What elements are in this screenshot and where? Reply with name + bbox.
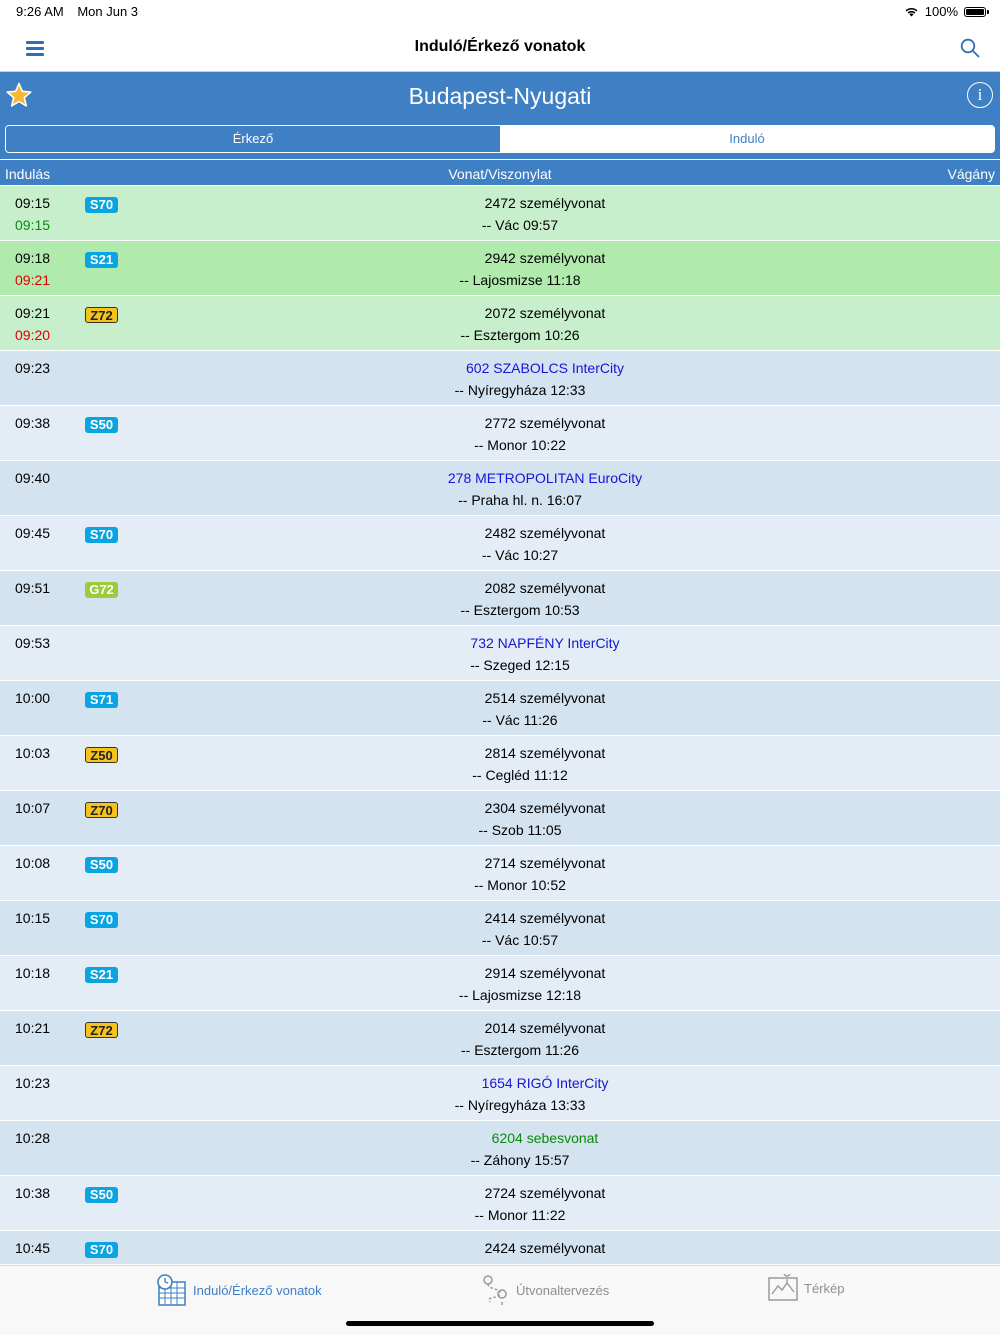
train-row[interactable]: 10:38 S50 2724 személyvonat -- Monor 11:22 [0,1176,1000,1231]
train-row[interactable]: 09:21 09:20 Z72 2072 személyvonat -- Eszterg… [0,296,1000,351]
train-row[interactable]: 09:51 G72 2082 személyvonat -- Esztergom 10… [0,571,1000,626]
train-name: 2414 személyvonat [484,910,606,926]
status-time: 9:26 AM [16,4,64,19]
column-track: Vágány [947,166,995,182]
train-name: 2424 személyvonat [484,1240,606,1256]
destination: -- Nyíregyháza 12:33 [454,382,586,398]
home-indicator [346,1321,654,1326]
column-header: Indulás Vonat/Viszonylat Vágány [0,162,1000,185]
timetable-icon [157,1274,186,1306]
page-title: Induló/Érkező vonatok [414,38,586,55]
train-name: 2724 személyvonat [484,1185,606,1201]
destination: -- Monor 10:52 [474,877,566,893]
train-name: 2914 személyvonat [484,965,606,981]
train-name: 278 METROPOLITAN EuroCity [447,470,643,486]
destination: -- Nyíregyháza 13:33 [454,1097,586,1113]
train-name: 6204 sebesvonat [491,1130,599,1146]
train-name: 2082 személyvonat [484,580,606,596]
map-icon [768,1274,798,1301]
column-train: Vonat/Viszonylat [448,166,552,182]
status-bar: 9:26 AM Mon Jun 3 100% [0,0,1000,24]
status-left: 9:26 AM Mon Jun 3 [16,4,148,19]
train-row[interactable]: 09:18 09:21 S21 2942 személyvonat -- Lajosmi… [0,241,1000,296]
arrival-departure-toggle: Érkező Induló [5,125,995,153]
train-row[interactable]: 10:45 S70 2424 személyvonat [0,1231,1000,1264]
train-row[interactable]: 09:15 09:15 S70 2472 személyvonat -- Vác 09:… [0,186,1000,241]
route-icon [483,1275,507,1305]
tab-timetable-label: Induló/Érkező vonatok [193,1282,322,1298]
tab-map-label: Térkép [804,1280,845,1296]
battery-icon [964,6,989,17]
station-header: Budapest-Nyugati i Érkező Induló [0,72,1000,162]
train-name: 2714 személyvonat [484,855,606,871]
destination: -- Vác 10:57 [481,932,559,948]
train-row[interactable]: 10:23 1654 RIGÓ InterCity -- Nyíregyháza 1… [0,1066,1000,1121]
segment-arriving[interactable]: Érkező [6,126,500,152]
destination: -- Vác 10:27 [481,547,559,563]
destination: -- Monor 10:22 [474,437,566,453]
train-name: 2472 személyvonat [484,195,606,211]
train-row[interactable]: 09:53 732 NAPFÉNY InterCity -- Szeged 12:1… [0,626,1000,681]
train-row[interactable]: 10:21 Z72 2014 személyvonat -- Esztergom 11… [0,1011,1000,1066]
destination: -- Vác 09:57 [481,217,559,233]
destination: -- Praha hl. n. 16:07 [458,492,582,508]
train-row[interactable]: 10:18 S21 2914 személyvonat -- Lajosmizse 1… [0,956,1000,1011]
destination: -- Szob 11:05 [478,822,562,838]
train-row[interactable]: 10:03 Z50 2814 személyvonat -- Cegléd 11:12 [0,736,1000,791]
wifi-icon [905,7,918,17]
tab-timetable[interactable]: Induló/Érkező vonatok [156,1274,322,1306]
train-name: 2814 személyvonat [484,745,606,761]
status-right: 100% [904,4,989,19]
train-row[interactable]: 09:23 602 SZABOLCS InterCity -- Nyíregyház… [0,351,1000,406]
search-icon[interactable] [960,38,980,58]
train-name: 2014 személyvonat [484,1020,606,1036]
tab-route-planning[interactable]: Útvonaltervezés [480,1274,609,1306]
train-name: 2304 személyvonat [484,800,606,816]
tab-route-label: Útvonaltervezés [516,1282,610,1298]
train-row[interactable]: 09:40 278 METROPOLITAN EuroCity -- Praha h… [0,461,1000,516]
train-list[interactable]: 09:15 09:15 S70 2472 személyvonat -- Vác 09:… [0,186,1000,1264]
battery-percent: 100% [924,4,958,19]
train-name: 2072 személyvonat [484,305,606,321]
destination: -- Lajosmizse 11:18 [459,272,581,288]
train-name: 1654 RIGÓ InterCity [481,1075,609,1091]
station-name: Budapest-Nyugati [408,83,592,109]
divider [0,159,1000,160]
train-row[interactable]: 10:08 S50 2714 személyvonat -- Monor 10:52 [0,846,1000,901]
train-row[interactable]: 09:45 S70 2482 személyvonat -- Vác 10:27 [0,516,1000,571]
destination: -- Monor 11:22 [474,1207,566,1223]
train-row[interactable]: 10:28 6204 sebesvonat -- Záhony 15:57 [0,1121,1000,1176]
destination: -- Záhony 15:57 [470,1152,570,1168]
train-name: 602 SZABOLCS InterCity [466,360,624,376]
train-row[interactable]: 10:07 Z70 2304 személyvonat -- Szob 11:05 [0,791,1000,846]
train-name: 2514 személyvonat [484,690,606,706]
train-row[interactable]: 10:15 S70 2414 személyvonat -- Vác 10:57 [0,901,1000,956]
destination: -- Esztergom 10:53 [460,602,580,618]
destination: -- Esztergom 10:26 [460,327,580,343]
train-name: 732 NAPFÉNY InterCity [470,635,620,651]
destination: -- Lajosmizse 12:18 [458,987,582,1003]
destination: -- Cegléd 11:12 [472,767,568,783]
info-icon[interactable]: i [967,82,993,108]
train-row[interactable]: 09:38 S50 2772 személyvonat -- Monor 10:22 [0,406,1000,461]
destination: -- Szeged 12:15 [470,657,570,673]
train-name: 2772 személyvonat [484,415,606,431]
train-name: 2482 személyvonat [484,525,606,541]
segment-departing[interactable]: Induló [500,126,994,152]
destination: -- Esztergom 11:26 [460,1042,579,1058]
tab-map[interactable]: Térkép [768,1274,844,1302]
status-date: Mon Jun 3 [77,4,139,19]
destination: -- Vác 11:26 [482,712,558,728]
nav-bar: Induló/Érkező vonatok [0,24,1000,72]
train-name: 2942 személyvonat [484,250,606,266]
train-row[interactable]: 10:00 S71 2514 személyvonat -- Vác 11:26 [0,681,1000,736]
